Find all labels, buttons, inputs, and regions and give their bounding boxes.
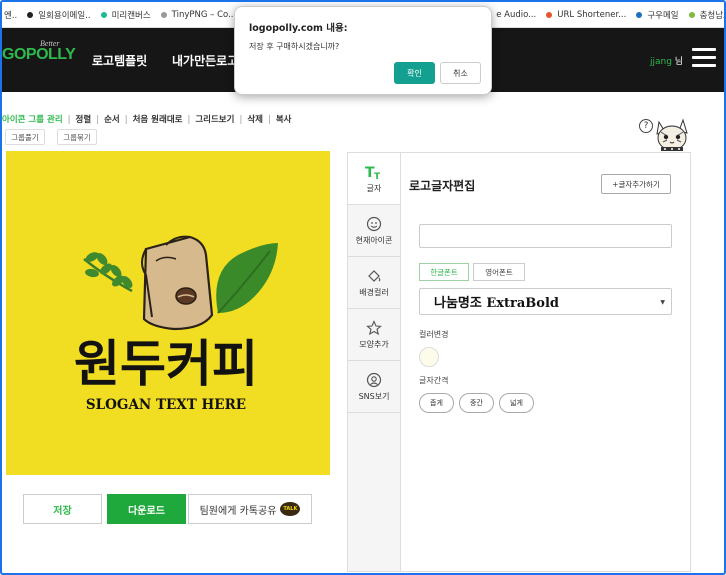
tab-korean-font[interactable]: 한글폰트 (419, 263, 469, 281)
logo-title-text[interactable]: 원두커피 (74, 335, 258, 393)
toolbar-icon-group[interactable]: 아이콘 그룹 관리 (2, 115, 63, 125)
logo-artwork: 원두커피 SLOGAN TEXT HERE (74, 235, 278, 413)
tab-label: 배경컬러 (359, 287, 389, 297)
bookmark-item[interactable]: 미리캔버스 (100, 9, 151, 21)
chevron-down-icon: ▼ (660, 299, 665, 306)
bookmark-label: URL Shortener... (557, 9, 627, 20)
spacing-label: 글자간격 (419, 376, 449, 385)
nav-item-my-logos[interactable]: 내가만든로고 (172, 52, 238, 69)
bookmark-favicon-icon (160, 11, 167, 18)
bookmark-favicon-icon (636, 11, 643, 18)
bookmark-label: 엔.. (4, 10, 18, 21)
bookmark-favicon-icon (688, 11, 695, 18)
share-label: 팀원에게 카톡공유 (199, 505, 277, 517)
text-edit-panel: 로고글자편집 +글자추가하기 한글폰트 영어폰트 나눔명조 ExtraBold … (400, 152, 691, 572)
tab-label: 현재아이콘 (355, 235, 393, 245)
logo-slogan-text[interactable]: SLOGAN TEXT HERE (86, 397, 246, 413)
add-text-button[interactable]: +글자추가하기 (601, 174, 671, 194)
user-greeting[interactable]: jjang 님 (650, 54, 683, 67)
tab-add-shape[interactable]: 모양추가 (348, 309, 400, 361)
bookmark-label: 구우메일 (647, 10, 679, 21)
color-swatch[interactable] (419, 347, 439, 367)
bookmark-label: 일회용이메일.. (38, 10, 91, 21)
toolbar-reset[interactable]: 처음 원래대로 (133, 115, 183, 125)
toolbar-order[interactable]: 순서 (104, 115, 120, 125)
svg-text:T: T (374, 172, 381, 180)
bookmark-label: e Audio... (496, 9, 537, 20)
spacing-narrow-button[interactable]: 좁게 (419, 393, 454, 413)
bookmark-label: 미리캔버스 (111, 10, 151, 21)
smiley-icon (366, 216, 382, 232)
dialog-title: logopolly.com 내용: (249, 23, 348, 34)
leaf-branch-icon[interactable] (83, 250, 135, 293)
dialog-message: 저장 후 구매하시겠습니까? (249, 42, 340, 51)
help-icon[interactable]: ? (639, 119, 653, 133)
user-id: jjang (650, 57, 672, 67)
edit-toolbar: 아이콘 그룹 관리 | 정렬 | 순서 | 처음 원래대로 | 그리드보기 | 삭제 | 복사 (2, 115, 292, 125)
hamburger-menu-icon[interactable] (692, 48, 716, 68)
save-button[interactable]: 저장 (23, 494, 102, 524)
ungroup-button[interactable]: 그룹풀기 (5, 129, 45, 145)
tab-label: 모양추가 (359, 339, 389, 349)
confirm-dialog: logopolly.com 내용: 저장 후 구매하시겠습니까? 확인 취소 (234, 6, 492, 95)
bookmark-item[interactable]: URL Shortener... (546, 10, 626, 20)
bookmark-item[interactable]: 엔.. (4, 9, 17, 21)
toolbar-copy[interactable]: 복사 (276, 115, 292, 125)
group-button[interactable]: 그룹묶기 (57, 129, 97, 145)
leaf-icon[interactable] (216, 243, 278, 314)
font-select-value: 나눔명조 ExtraBold (434, 296, 559, 311)
browser-frame: 엔.. 일회용이메일.. 미리캔버스 TinyPNG – Co... e Aud… (0, 0, 726, 575)
color-label: 컬러변경 (419, 330, 449, 339)
nav-item-templates[interactable]: 로고템플릿 (92, 52, 147, 69)
bookmark-favicon-icon (27, 11, 34, 18)
spacing-wide-button[interactable]: 넓게 (499, 393, 534, 413)
bookmark-item[interactable]: e Audio... (496, 10, 536, 20)
toolbar-delete[interactable]: 삭제 (247, 115, 263, 125)
site-logo[interactable]: GOPOLLY (2, 46, 76, 64)
tab-background-color[interactable]: 배경컬러 (348, 257, 400, 309)
at-icon (366, 372, 382, 388)
tab-current-icon[interactable]: 현재아이콘 (348, 205, 400, 257)
kakaotalk-icon: TALK (280, 502, 301, 516)
spacing-medium-button[interactable]: 중간 (459, 393, 494, 413)
tab-label: SNS보기 (358, 391, 390, 401)
bookmark-item[interactable]: TinyPNG – Co... (160, 9, 237, 20)
bookmark-favicon-icon (546, 11, 553, 18)
text-input[interactable] (419, 224, 672, 248)
bookmark-item[interactable]: 구우메일 (636, 9, 679, 21)
tab-sns-view[interactable]: SNS보기 (348, 361, 400, 413)
bookmark-favicon-icon (100, 11, 107, 18)
logo-canvas[interactable]: 원두커피 SLOGAN TEXT HERE (6, 151, 330, 475)
toolbar-grid[interactable]: 그리드보기 (195, 115, 234, 125)
kakao-share-button[interactable]: 팀원에게 카톡공유 TALK (188, 494, 312, 524)
user-suffix: 님 (671, 57, 684, 67)
side-tabs: TT 글자 현재아이콘 배경컬러 모양추가 SNS보기 (347, 152, 400, 572)
tab-english-font[interactable]: 영어폰트 (473, 263, 525, 281)
star-icon (366, 319, 382, 336)
cat-mascot-icon (656, 118, 688, 151)
panel-title: 로고글자편집 (409, 179, 476, 193)
bookmark-item[interactable]: 일회용이메일.. (27, 9, 91, 21)
bookmark-label: 충청남도교육... (699, 10, 724, 21)
bookmark-item[interactable]: 충청남도교육... (688, 9, 724, 21)
bookmark-label: TinyPNG – Co... (171, 9, 237, 20)
dialog-cancel-button[interactable]: 취소 (440, 62, 481, 84)
tab-text[interactable]: TT 글자 (348, 153, 400, 205)
text-icon: TT (365, 164, 383, 180)
font-select[interactable]: 나눔명조 ExtraBold ▼ (419, 288, 672, 315)
paint-bucket-icon (366, 268, 382, 284)
tab-label: 글자 (366, 183, 382, 193)
coffee-bag-icon[interactable] (141, 235, 214, 331)
dialog-ok-button[interactable]: 확인 (394, 62, 435, 84)
toolbar-align[interactable]: 정렬 (76, 115, 92, 125)
download-button[interactable]: 다운로드 (107, 494, 186, 524)
